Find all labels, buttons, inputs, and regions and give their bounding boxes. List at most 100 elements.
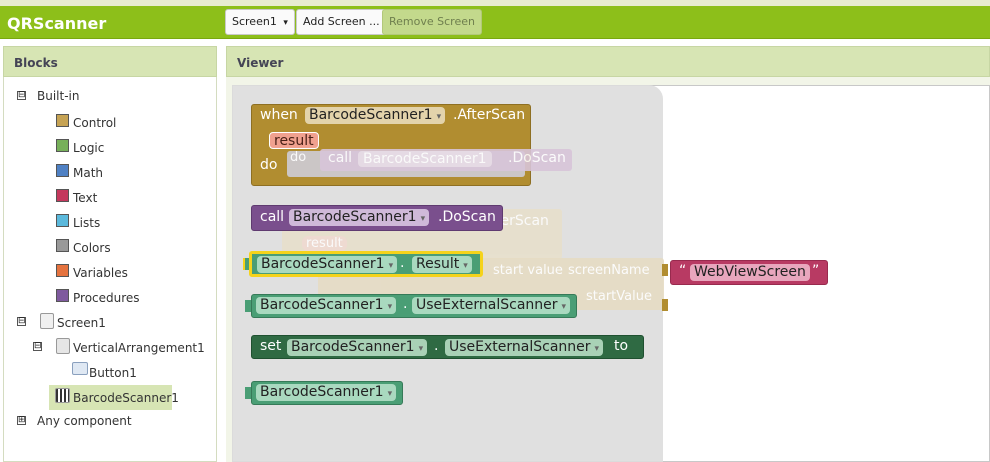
call-label: call	[260, 209, 285, 225]
tree-vertical-arrangement[interactable]: VerticalArrangement1	[73, 339, 205, 357]
socket-nub	[662, 299, 668, 311]
viewer-panel-title: Viewer	[237, 56, 284, 70]
ghost-call-block: do call BarcodeScanner1 .DoScan	[290, 149, 572, 171]
button-component-icon	[72, 362, 88, 375]
tree-any-component[interactable]: Any component	[37, 412, 132, 430]
ghost-do-label: do	[290, 150, 307, 165]
chevron-down-icon: ▾	[561, 302, 567, 312]
control-swatch-icon	[56, 114, 69, 127]
tree-logic[interactable]: Logic	[73, 139, 104, 157]
viewer-panel-header: Viewer	[226, 46, 990, 77]
text-close-quote: ”	[812, 263, 820, 279]
screen-select-label: Screen1	[232, 15, 277, 28]
chevron-down-icon: ▾	[388, 261, 394, 271]
call-component-dropdown[interactable]: BarcodeScanner1 ▾	[289, 209, 430, 226]
logic-swatch-icon	[56, 139, 69, 152]
tree-procedures[interactable]: Procedures	[73, 289, 140, 307]
tree-colors[interactable]: Colors	[73, 239, 111, 257]
chevron-down-icon: ▾	[436, 112, 442, 122]
setter-component-dropdown[interactable]: BarcodeScanner1 ▾	[287, 339, 428, 356]
procedures-swatch-icon	[56, 289, 69, 302]
setter-block-use-external-scanner[interactable]: set BarcodeScanner1 ▾ . UseExternalScanne…	[251, 335, 644, 359]
collapse-builtin-icon[interactable]: ⊟	[17, 91, 26, 100]
output-nub	[243, 258, 249, 270]
component-block-dropdown[interactable]: BarcodeScanner1 ▾	[256, 384, 397, 401]
getter-external-property-label: UseExternalScanner	[416, 297, 558, 313]
tree-builtin[interactable]: Built-in	[37, 87, 79, 105]
event-param-result[interactable]: result	[269, 132, 319, 149]
tree-control[interactable]: Control	[73, 114, 116, 132]
chevron-down-icon: ▾	[418, 344, 424, 354]
chevron-down-icon: ▾	[420, 214, 426, 224]
collapse-arrangement-icon[interactable]: ⊟	[33, 342, 42, 351]
tree-math[interactable]: Math	[73, 164, 103, 182]
getter-block-result[interactable]: BarcodeScanner1 ▾ . Result ▾	[249, 251, 483, 277]
text-block-webviewscreen[interactable]: “ WebViewScreen ”	[670, 260, 828, 285]
colors-swatch-icon	[56, 239, 69, 252]
chevron-down-icon: ▾	[463, 261, 468, 271]
chevron-down-icon: ▾	[594, 344, 600, 354]
ghost-screen-name: screenName	[568, 263, 650, 278]
top-toolbar: QRScanner Screen1 ▾ Add Screen ... Remov…	[0, 6, 990, 39]
getter-block-use-external-scanner[interactable]: BarcodeScanner1 ▾ . UseExternalScanner ▾	[251, 294, 577, 318]
output-nub	[245, 387, 251, 399]
getter-result-component-label: BarcodeScanner1	[261, 256, 385, 272]
component-block-label: BarcodeScanner1	[260, 384, 384, 400]
tree-barcode-scanner[interactable]: BarcodeScanner1	[73, 389, 179, 407]
output-nub	[245, 300, 251, 312]
blocks-panel-title: Blocks	[14, 56, 58, 70]
getter-external-dot: .	[403, 296, 408, 312]
app-title: QRScanner	[7, 14, 107, 33]
ghost-start-value-arg: startValue	[586, 289, 652, 304]
tree-text[interactable]: Text	[73, 189, 97, 207]
getter-result-property-dropdown[interactable]: Result ▾	[412, 256, 472, 273]
chevron-down-icon: ▾	[387, 302, 393, 312]
call-component-label: BarcodeScanner1	[293, 209, 417, 225]
getter-external-component-label: BarcodeScanner1	[260, 297, 384, 313]
setter-dot: .	[434, 338, 439, 354]
event-do-label: do	[260, 157, 278, 173]
text-swatch-icon	[56, 189, 69, 202]
tree-screen1[interactable]: Screen1	[57, 314, 106, 332]
remove-screen-button[interactable]: Remove Screen	[382, 9, 482, 35]
ghost-event-name: terScan	[495, 213, 549, 229]
setter-set-label: set	[260, 338, 282, 354]
collapse-screen1-icon[interactable]: ⊟	[17, 317, 26, 326]
getter-result-dot: .	[400, 255, 405, 271]
text-value-field[interactable]: WebViewScreen	[690, 264, 810, 281]
add-screen-button[interactable]: Add Screen ...	[296, 9, 387, 35]
getter-external-property-dropdown[interactable]: UseExternalScanner ▾	[412, 297, 571, 314]
getter-result-property-label: Result	[416, 256, 460, 272]
socket-nub	[662, 264, 668, 276]
event-component-dropdown[interactable]: BarcodeScanner1 ▾	[305, 107, 446, 124]
tree-lists[interactable]: Lists	[73, 214, 100, 232]
chevron-down-icon: ▾	[387, 389, 393, 399]
expand-any-component-icon[interactable]: ⊞	[17, 416, 26, 425]
call-block-doscan[interactable]: call BarcodeScanner1 ▾ .DoScan	[251, 205, 503, 231]
getter-result-component-dropdown[interactable]: BarcodeScanner1 ▾	[257, 256, 398, 273]
screen-select-dropdown[interactable]: Screen1 ▾	[225, 9, 295, 35]
barcode-scanner-icon	[55, 388, 70, 403]
event-component-label: BarcodeScanner1	[309, 107, 433, 123]
setter-property-dropdown[interactable]: UseExternalScanner ▾	[445, 339, 604, 356]
setter-property-label: UseExternalScanner	[449, 339, 591, 355]
ghost-call-component: BarcodeScanner1	[358, 151, 492, 167]
ghost-result-param: result	[302, 236, 347, 251]
tree-variables[interactable]: Variables	[73, 264, 128, 282]
vertical-arrangement-icon	[56, 338, 70, 354]
setter-to-label: to	[614, 338, 629, 354]
blocks-panel-header: Blocks	[3, 46, 217, 77]
ghost-start-value: start value	[493, 263, 563, 278]
ghost-call-label: call	[328, 150, 353, 166]
component-block-barcode-scanner[interactable]: BarcodeScanner1 ▾	[251, 381, 403, 405]
text-open-quote: “	[679, 263, 687, 279]
event-name-label: .AfterScan	[453, 107, 526, 123]
getter-external-component-dropdown[interactable]: BarcodeScanner1 ▾	[256, 297, 397, 314]
screen-icon	[40, 313, 54, 329]
math-swatch-icon	[56, 164, 69, 177]
event-block-afterscan[interactable]: when BarcodeScanner1 ▾ .AfterScan result …	[251, 104, 531, 186]
lists-swatch-icon	[56, 214, 69, 227]
tree-button1[interactable]: Button1	[89, 364, 137, 382]
chevron-down-icon: ▾	[283, 18, 288, 28]
setter-component-label: BarcodeScanner1	[291, 339, 415, 355]
